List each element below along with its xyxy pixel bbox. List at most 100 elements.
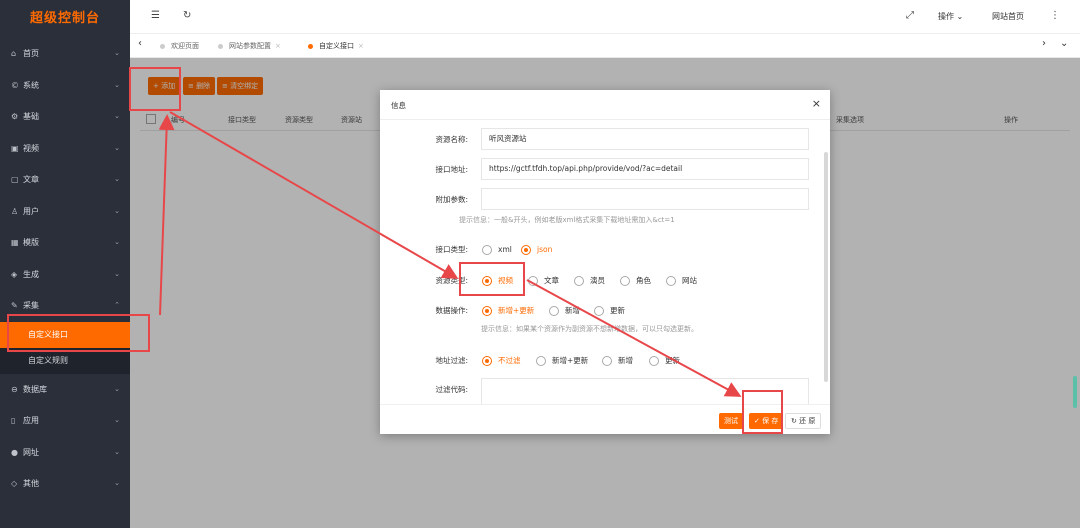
resource-type-option[interactable]: 演员: [574, 275, 605, 287]
resource-type-option[interactable]: 文章: [528, 275, 559, 287]
sidebar-item-system[interactable]: © 系统 ⌄: [0, 70, 130, 102]
chevron-down-icon: ⌄: [114, 80, 120, 89]
tab-label: 自定义接口: [319, 42, 354, 50]
sidebar-item-document[interactable]: ▢ 文章 ⌄: [0, 164, 130, 196]
sidebar-item-gear[interactable]: ⚙ 基础 ⌄: [0, 101, 130, 133]
url-filter-option[interactable]: 新增+更新: [536, 355, 588, 367]
dialog-body: 资源名称: 听风资源站 接口地址: https://gctf.tfdh.top/…: [380, 120, 830, 404]
url-filter-option[interactable]: 不过滤: [482, 355, 521, 367]
chevron-down-icon: ⌄: [114, 206, 120, 215]
sidebar-item-label: 视频: [23, 143, 39, 153]
globe-icon: ●: [11, 447, 18, 457]
chevron-down-icon: ⌄: [114, 143, 120, 152]
template-icon: ▦: [11, 238, 19, 247]
data-op-option[interactable]: 新增+更新: [482, 305, 534, 317]
sidebar-item-generate[interactable]: ◈ 生成 ⌄: [0, 259, 130, 291]
sidebar-item-globe[interactable]: ● 网址 ⌄: [0, 437, 130, 469]
sidebar-item-database[interactable]: ⊖ 数据库 ⌄: [0, 374, 130, 406]
database-icon: ⊖: [11, 384, 18, 394]
tab-label: 网站参数配置: [229, 42, 271, 50]
test-button[interactable]: 测试: [719, 413, 743, 429]
radio-circle: [549, 306, 559, 316]
sidebar-item-user[interactable]: ♙ 用户 ⌄: [0, 196, 130, 228]
tab-dot: [308, 43, 313, 49]
sidebar: 超级控制台 ⌂ 首页 ⌄ © 系统 ⌄ ⚙ 基础 ⌄ ▣ 视频 ⌄ ▢ 文章 ⌄ ♙ 用户 ⌄ ▦ 模版 ⌄ ◈ 生成 ⌄ ✎ 采…: [0, 0, 130, 528]
sidebar-item-home[interactable]: ⌂ 首页 ⌄: [0, 38, 130, 70]
radio-circle: [574, 276, 584, 286]
sidebar-item-label: 生成: [23, 269, 39, 279]
url-field[interactable]: https://gctf.tfdh.top/api.php/provide/vo…: [481, 158, 809, 180]
home-icon: ⌂: [11, 49, 17, 58]
radio-circle: [602, 356, 612, 366]
top-bar: ☰ ↻ ⤢ 操作 ⌄ 网站首页 ⋮: [130, 0, 1080, 34]
chevron-down-icon: ⌄: [956, 12, 964, 21]
resource-type-option[interactable]: 角色: [620, 275, 651, 287]
tab-welcome[interactable]: 欢迎页面: [160, 34, 199, 58]
radio-circle: [536, 356, 546, 366]
brand-title: 超级控制台: [29, 11, 100, 26]
radio-circle: [528, 276, 538, 286]
tab-next-icon[interactable]: ›: [1042, 38, 1046, 49]
tab-custom-interface[interactable]: 自定义接口 ×: [308, 34, 364, 58]
tab-close-icon[interactable]: ×: [275, 42, 281, 50]
tab-close-icon[interactable]: ×: [358, 42, 364, 50]
highlight-add-button: [129, 67, 181, 111]
sidebar-item-video[interactable]: ▣ 视频 ⌄: [0, 133, 130, 165]
highlight-save-button: [742, 390, 783, 434]
close-icon[interactable]: ×: [812, 97, 821, 110]
fullscreen-icon[interactable]: ⤢: [906, 10, 914, 21]
radio-label: 文章: [544, 276, 559, 285]
radio-circle: [521, 245, 531, 255]
gear-icon: ⚙: [11, 112, 19, 121]
radio-circle: [482, 245, 492, 255]
url-label: 接口地址:: [435, 165, 468, 174]
operate-label: 操作: [938, 12, 954, 21]
tab-site-config[interactable]: 网站参数配置 ×: [218, 34, 281, 58]
dialog-title: 信息: [391, 101, 406, 110]
url-filter-option[interactable]: 更新: [649, 355, 680, 367]
sidebar-item-label: 用户: [23, 206, 39, 216]
menu-toggle-icon[interactable]: ☰: [151, 10, 160, 21]
radio-circle: [666, 276, 676, 286]
radio-circle: [482, 306, 492, 316]
radio-label: 演员: [590, 276, 605, 285]
sidebar-item-template[interactable]: ▦ 模版 ⌄: [0, 227, 130, 259]
sidebar-item-label: 应用: [23, 416, 39, 425]
reset-button[interactable]: ↻ 还 原: [785, 413, 822, 429]
chevron-down-icon: ⌄: [114, 175, 120, 183]
data-op-option[interactable]: 更新: [594, 305, 625, 317]
document-icon: ▢: [11, 175, 19, 184]
refresh-icon[interactable]: ↻: [183, 10, 191, 21]
chevron-down-icon: ⌄: [114, 49, 120, 57]
resource-type-option[interactable]: 网站: [666, 275, 697, 287]
sidebar-item-tag[interactable]: ◇ 其他 ⌄: [0, 468, 130, 500]
sidebar-item-label: 系统: [23, 80, 39, 90]
generate-icon: ◈: [11, 269, 18, 279]
param-field[interactable]: [481, 188, 809, 210]
highlight-custom-interface: [7, 314, 150, 352]
user-icon: ♙: [11, 206, 19, 216]
dialog-header: 信息 ×: [380, 90, 830, 120]
tab-dot: [160, 43, 165, 49]
data-op-option[interactable]: 新增: [549, 305, 580, 317]
app-icon: ▯: [11, 416, 16, 425]
chevron-down-icon: ⌄: [114, 269, 120, 278]
tab-menu-chevron-icon[interactable]: ⌄: [1060, 38, 1068, 49]
radio-label: 网站: [682, 276, 697, 285]
more-icon[interactable]: ⋮: [1050, 10, 1060, 21]
page-scroll-indicator[interactable]: [1073, 376, 1077, 408]
interface-type-option[interactable]: json: [521, 244, 552, 256]
sidebar-item-app[interactable]: ▯ 应用 ⌄: [0, 405, 130, 437]
url-filter-option[interactable]: 新增: [602, 355, 633, 367]
chevron-down-icon: ⌄: [114, 384, 120, 393]
dialog-scrollbar[interactable]: [824, 152, 828, 382]
system-icon: ©: [11, 80, 19, 90]
radio-circle: [649, 356, 659, 366]
tab-prev-icon[interactable]: ‹: [138, 38, 142, 49]
radio-label: json: [537, 245, 553, 254]
name-field[interactable]: 听风资源站: [481, 128, 809, 150]
operate-menu[interactable]: 操作 ⌄: [938, 11, 963, 22]
site-home-link[interactable]: 网站首页: [992, 11, 1024, 22]
sidebar-item-label: 基础: [23, 112, 39, 121]
interface-type-option[interactable]: xml: [482, 244, 512, 256]
